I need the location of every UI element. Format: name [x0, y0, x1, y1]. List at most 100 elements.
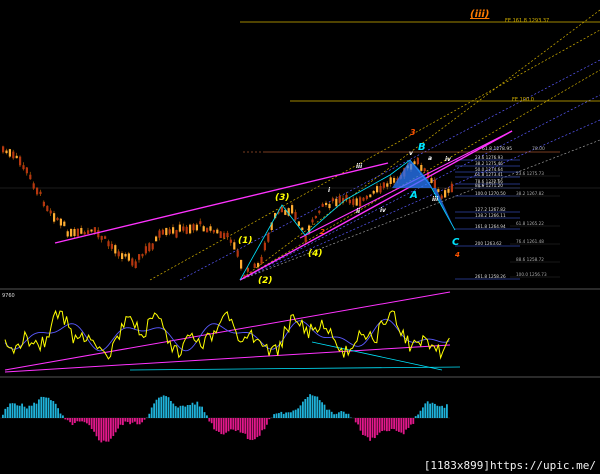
hist-bar [362, 418, 364, 435]
hist-bar [201, 406, 203, 418]
hist-bar [9, 403, 11, 418]
candle-body [260, 256, 263, 264]
hist-bar [275, 413, 278, 418]
hist-bar [158, 397, 160, 418]
hist-bar [381, 418, 383, 432]
hist-bar [263, 418, 266, 430]
candle-body [8, 149, 11, 157]
hist-bar [280, 411, 283, 418]
candle-body [12, 151, 15, 159]
candle-body [212, 230, 215, 233]
candle-body [134, 261, 137, 269]
forex-chart: 61.8 1278.95 78.00 23.6 1276.9338.2 1275.4… [0, 0, 600, 474]
hist-bar [342, 411, 345, 418]
hist-bar [78, 418, 81, 422]
hist-bar [405, 418, 407, 430]
fib-top-ref: 78.00 [532, 146, 545, 152]
hist-bar [287, 412, 290, 418]
fib-right-label: 88.6 1258.72 [516, 257, 544, 262]
candle-body [148, 243, 151, 252]
fib-grid-label: 100.0 1270.50 [475, 191, 506, 196]
candle-body [97, 230, 100, 238]
candle-body [348, 199, 351, 204]
candle-body [294, 212, 297, 220]
candle-body [216, 229, 219, 234]
hist-bar [148, 413, 151, 418]
hist-bar [189, 404, 191, 418]
fib-right-label: 76.4 1261.48 [516, 239, 544, 244]
hist-bar [335, 413, 338, 418]
candle-body [32, 183, 35, 189]
hist-bar [203, 412, 206, 418]
hist-bar [294, 409, 297, 418]
hist-bar [314, 396, 316, 418]
hist-bar [402, 418, 405, 435]
hist-bar [410, 418, 412, 425]
candle-body [359, 197, 362, 207]
candle-body [219, 231, 222, 239]
hist-bar [143, 418, 146, 420]
hist-bar [170, 400, 172, 418]
candle-body [73, 229, 76, 236]
candle-body [335, 198, 338, 207]
hist-bar [177, 407, 179, 418]
candle-body [246, 267, 249, 272]
hist-bar [131, 418, 134, 423]
fib-grid-label: 127.2 1267.82 [475, 207, 506, 212]
hist-bar [311, 395, 314, 418]
hist-bar [191, 402, 194, 418]
hist-bar [306, 396, 309, 418]
candle-body [185, 226, 188, 234]
hist-bar [318, 400, 321, 418]
hist-bar [239, 418, 242, 433]
candle-body [80, 228, 83, 234]
hist-bar [66, 418, 69, 421]
hist-bar [35, 403, 38, 418]
candle-body [223, 233, 226, 239]
candle-body [59, 218, 62, 226]
hist-bar [369, 418, 371, 441]
candle-body [450, 183, 453, 193]
hist-bar [213, 418, 215, 430]
hist-bar [26, 408, 28, 418]
candle-body [66, 231, 69, 237]
candle-body [124, 254, 127, 257]
hist-bar [215, 418, 218, 431]
hist-bar [47, 397, 50, 418]
hist-bar [230, 418, 232, 430]
candle-body [39, 191, 42, 195]
hist-bar [374, 418, 376, 439]
hist-bar [21, 403, 23, 418]
hist-bar [251, 418, 254, 441]
hist-bar [407, 418, 410, 428]
candle-body [240, 259, 243, 269]
hist-bar [102, 418, 105, 441]
hist-bar [62, 415, 64, 418]
candle-body [440, 195, 443, 199]
candle-body [29, 174, 32, 180]
hist-bar [182, 405, 184, 418]
hist-bar [160, 396, 163, 418]
hist-bar [340, 411, 343, 418]
hist-bar [254, 418, 256, 440]
candle-body [15, 155, 18, 159]
wave-label: (4) [308, 249, 323, 259]
hist-bar [393, 418, 395, 430]
hist-bar [30, 405, 33, 418]
candle-body [433, 179, 436, 189]
hist-bar [390, 418, 393, 429]
hist-bar [345, 413, 347, 418]
candle-body [253, 263, 256, 268]
candle-body [110, 243, 113, 249]
fib-grid-label: 261.8 1258.26 [475, 274, 506, 279]
hist-bar [155, 399, 158, 418]
candle-body [372, 190, 375, 194]
fib-right-label: 23.6 1275.73 [516, 171, 544, 176]
hist-bar [328, 409, 331, 418]
hist-bar [50, 400, 52, 418]
candle-body [165, 227, 168, 236]
candle-body [87, 230, 90, 234]
wave-label: 3 [410, 128, 416, 137]
candle-body [100, 235, 103, 240]
hist-bar [299, 405, 302, 418]
